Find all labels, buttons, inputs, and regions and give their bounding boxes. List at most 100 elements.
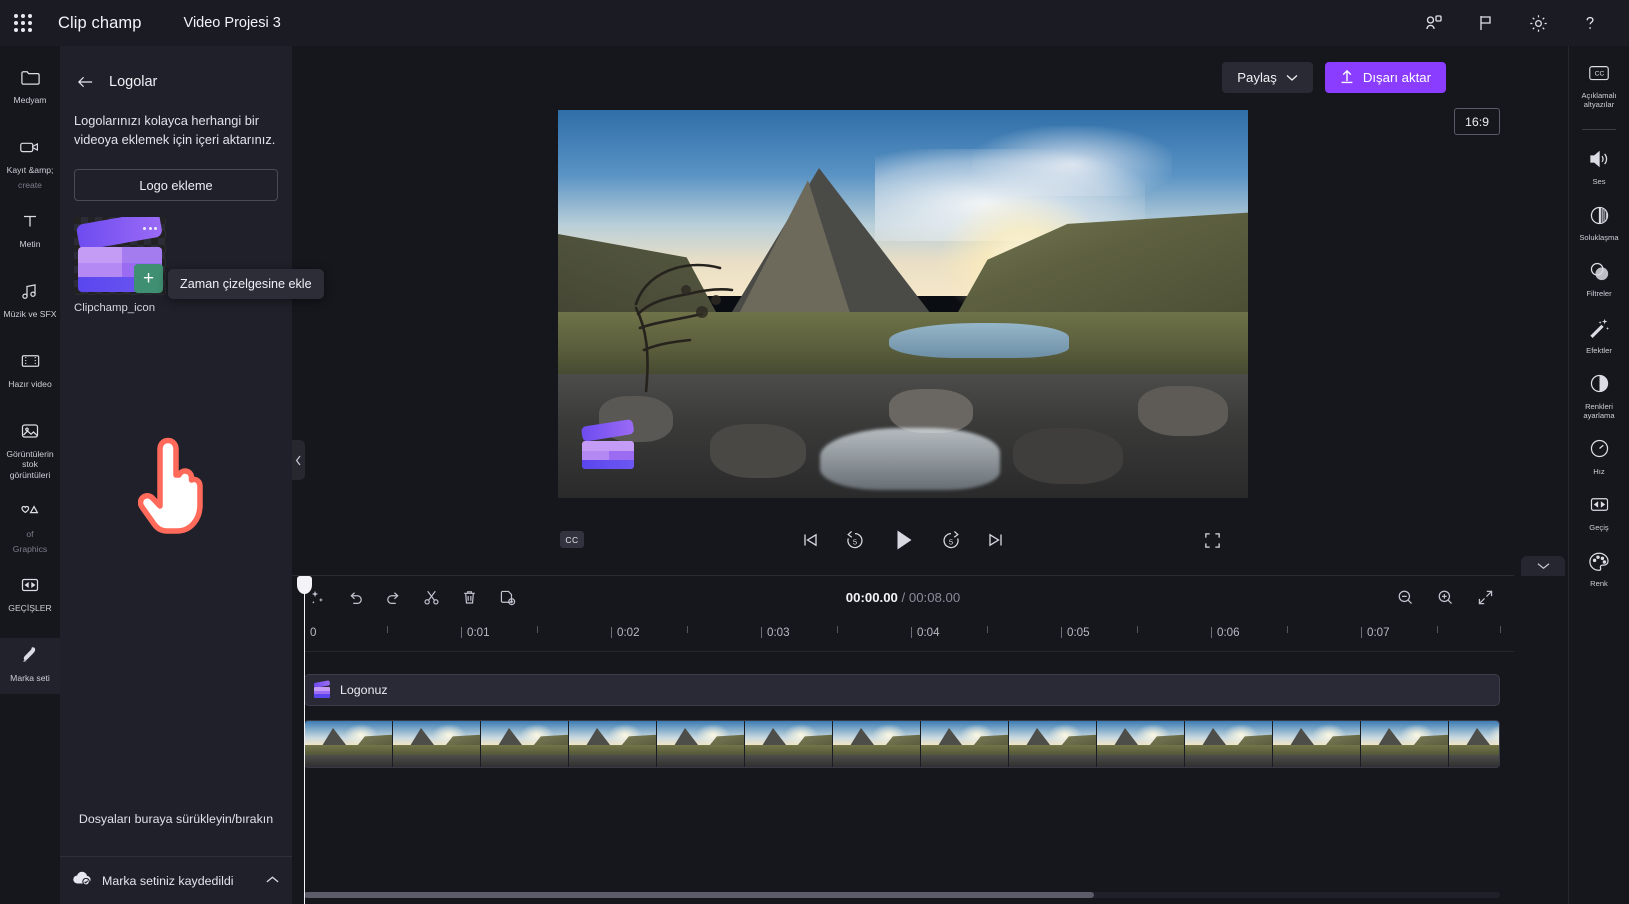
right-label-effects: Efektler bbox=[1586, 345, 1612, 355]
logo-band-1b bbox=[122, 247, 162, 264]
project-name[interactable]: Video Projesi 3 bbox=[184, 15, 281, 31]
redo-button[interactable] bbox=[380, 584, 406, 610]
transport-controls: 5 5 bbox=[800, 527, 1006, 553]
fit-timeline-button[interactable] bbox=[1472, 584, 1498, 610]
fullscreen-button[interactable] bbox=[1203, 531, 1222, 555]
video-frame bbox=[657, 721, 745, 767]
cloud-saved-icon bbox=[72, 870, 92, 891]
right-sidebar: C C Açıklamalı altyazılar Ses Soluklaşma… bbox=[1568, 46, 1629, 904]
zoom-out-button[interactable] bbox=[1392, 584, 1418, 610]
svg-text:C: C bbox=[1600, 71, 1605, 78]
preview-logo-overlay[interactable] bbox=[580, 418, 638, 471]
chevron-up-icon[interactable] bbox=[265, 872, 280, 890]
back-arrow-icon[interactable] bbox=[76, 74, 95, 90]
asset-thumbnail[interactable]: + bbox=[74, 217, 166, 296]
chevron-down-icon bbox=[1286, 70, 1298, 85]
preview-logo-band-3 bbox=[582, 459, 635, 469]
ruler-tick-minor bbox=[1287, 626, 1288, 633]
timeline-ruler[interactable]: 0 0:01 0:02 0:03 0:04 0:05 0:06 0:07 bbox=[304, 618, 1514, 652]
header-actions bbox=[1421, 10, 1629, 36]
video-preview[interactable] bbox=[558, 110, 1248, 498]
sidebar-item-medyam[interactable]: Medyam bbox=[0, 60, 60, 116]
rock-shape bbox=[709, 423, 806, 478]
panel-collapse-handle[interactable] bbox=[292, 440, 305, 480]
sidebar-item-record-create[interactable]: Kayıt &amp; create bbox=[0, 130, 60, 190]
play-button[interactable] bbox=[890, 527, 916, 553]
sidebar-label-of: of bbox=[26, 528, 34, 539]
sidebar-item-stock-images[interactable]: Görüntülerin stok görüntüleri bbox=[0, 414, 60, 480]
ruler-tick-1: 0:01 bbox=[461, 626, 490, 639]
add-logo-button[interactable]: Logo ekleme bbox=[74, 169, 278, 202]
right-label-filters: Filtreler bbox=[1586, 289, 1612, 299]
preview-stream bbox=[820, 428, 1000, 491]
undo-button[interactable] bbox=[342, 584, 368, 610]
forward-5s-button[interactable]: 5 bbox=[940, 529, 962, 551]
timeline-scrollbar[interactable] bbox=[304, 892, 1500, 898]
add-to-timeline-plus-icon[interactable]: + bbox=[134, 264, 163, 294]
ruler-tick-3: 0:03 bbox=[761, 626, 790, 639]
sidebar-item-metin[interactable]: Metin bbox=[0, 204, 60, 260]
brandkit-icon bbox=[19, 642, 41, 668]
skip-to-end-button[interactable] bbox=[986, 530, 1006, 550]
sidebar-item-graphics[interactable]: of Graphics bbox=[0, 494, 60, 554]
sidebar-item-marka-seti[interactable]: Marka seti bbox=[0, 637, 60, 694]
timeline-collapse-button[interactable] bbox=[1521, 556, 1565, 576]
sidebar-label-marka-seti: Marka seti bbox=[10, 672, 50, 683]
right-item-effects[interactable]: Efektler bbox=[1569, 315, 1629, 355]
export-button[interactable]: Dışarı aktar bbox=[1324, 62, 1446, 93]
right-item-speed[interactable]: Hız bbox=[1569, 436, 1629, 476]
gear-icon[interactable] bbox=[1525, 10, 1551, 36]
playhead-handle[interactable] bbox=[297, 576, 312, 594]
right-item-filters[interactable]: Filtreler bbox=[1569, 258, 1629, 298]
share-button[interactable]: Paylaş bbox=[1222, 62, 1313, 93]
logos-panel: Logolar Logolarınızı kolayca herhangi bi… bbox=[60, 46, 324, 904]
video-frame bbox=[393, 721, 481, 767]
video-frame bbox=[1273, 721, 1361, 767]
tooltip-add-to-timeline: Zaman çizelgesine ekle bbox=[168, 269, 324, 300]
app-launcher-icon[interactable] bbox=[0, 0, 46, 46]
sidebar-item-hazir-video[interactable]: Hazır video bbox=[0, 344, 60, 400]
brand-kit-saved-bar[interactable]: Marka setiniz kaydedildi bbox=[60, 856, 292, 904]
timeline-clip-video[interactable] bbox=[304, 720, 1500, 768]
sidebar-label-music: Müzik ve SFX bbox=[3, 309, 57, 320]
right-item-transition[interactable]: Geçiş bbox=[1569, 492, 1629, 532]
duplicate-button[interactable] bbox=[494, 584, 520, 610]
ruler-tick-2: 0:02 bbox=[611, 626, 640, 639]
right-item-ses[interactable]: Ses bbox=[1569, 146, 1629, 186]
right-item-adjust-colors[interactable]: Renkleri ayarlama bbox=[1569, 371, 1629, 420]
assets-list: + Clipchamp_icon Zaman çizelgesine ekle bbox=[60, 201, 324, 534]
film-icon bbox=[19, 348, 42, 374]
ruler-tick-minor bbox=[987, 626, 988, 633]
right-item-captions[interactable]: C C Açıklamalı altyazılar bbox=[1569, 60, 1629, 109]
split-button[interactable] bbox=[418, 584, 444, 610]
track-row-logo: Logonuz bbox=[304, 674, 1514, 710]
right-item-color[interactable]: Renk bbox=[1569, 548, 1629, 588]
flag-icon[interactable] bbox=[1473, 10, 1499, 36]
video-frame bbox=[921, 721, 1009, 767]
right-label-transition: Geçiş bbox=[1589, 522, 1609, 532]
zoom-in-button[interactable] bbox=[1432, 584, 1458, 610]
sidebar-label-create: create bbox=[18, 180, 42, 191]
sidebar-item-music-sfx[interactable]: Müzik ve SFX bbox=[0, 274, 60, 330]
timeline-zoom-controls bbox=[1392, 584, 1514, 610]
timeline-clip-logonuz[interactable]: Logonuz bbox=[304, 674, 1500, 706]
sidebar-item-transitions[interactable]: GEÇİŞLER bbox=[0, 568, 60, 624]
playhead[interactable] bbox=[297, 576, 312, 904]
player-controls: CC 5 5 bbox=[292, 521, 1514, 565]
captions-toggle-button[interactable]: CC bbox=[560, 531, 584, 548]
timeline-scrollbar-thumb[interactable] bbox=[304, 892, 1094, 898]
ruler-tick-minor bbox=[1137, 626, 1138, 633]
delete-button[interactable] bbox=[456, 584, 482, 610]
help-icon[interactable] bbox=[1577, 10, 1603, 36]
ruler-tick-minor bbox=[537, 626, 538, 633]
rewind-5s-button[interactable]: 5 bbox=[844, 529, 866, 551]
asset-label: Clipchamp_icon bbox=[74, 302, 156, 315]
right-item-fade[interactable]: Soluklaşma bbox=[1569, 202, 1629, 242]
fade-icon bbox=[1588, 202, 1611, 228]
asset-item-clipchamp-icon[interactable]: + Clipchamp_icon bbox=[74, 217, 166, 314]
video-frame bbox=[1097, 721, 1185, 767]
skip-to-start-button[interactable] bbox=[800, 530, 820, 550]
right-label-ses: Ses bbox=[1592, 177, 1606, 187]
collaborate-icon[interactable] bbox=[1421, 10, 1447, 36]
time-separator: / bbox=[897, 589, 909, 605]
